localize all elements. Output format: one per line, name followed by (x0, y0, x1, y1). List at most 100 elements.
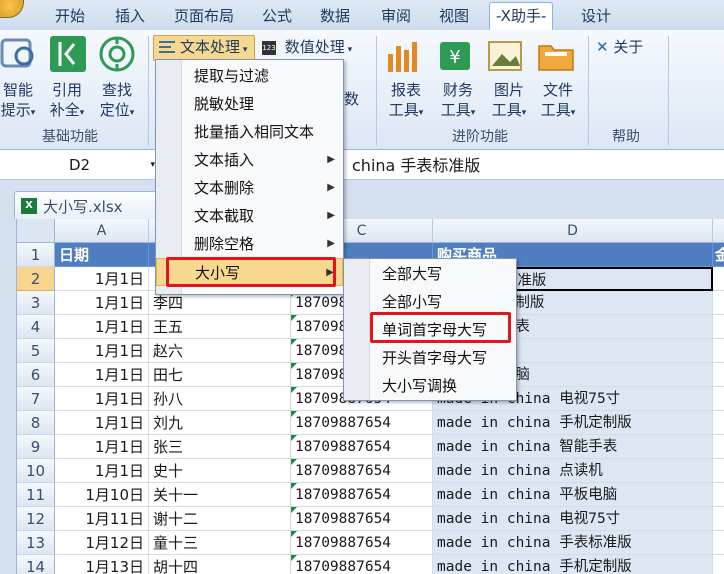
case-menu-item[interactable]: 大小写调换 (344, 372, 516, 400)
amount-cell[interactable] (713, 507, 724, 531)
date-cell[interactable]: 1月1日 (55, 291, 149, 315)
date-cell[interactable]: 1月13日 (55, 555, 149, 574)
text-menu-item[interactable]: 文本删除 ▶ (156, 174, 343, 202)
product-cell[interactable]: made in china 手机定制版 (433, 411, 713, 435)
date-cell[interactable]: 1月1日 (55, 267, 149, 291)
tab-home[interactable]: 开始 (55, 5, 85, 27)
product-cell[interactable]: made in china 平板电脑 (433, 483, 713, 507)
product-cell[interactable]: made in china 智能手表 (433, 435, 713, 459)
tab-x-helper[interactable]: -X助手- (489, 2, 554, 30)
amount-cell[interactable] (713, 555, 724, 574)
name-cell[interactable]: 孙八 (149, 387, 291, 411)
row-header[interactable]: 7 (17, 387, 55, 411)
text-menu-item[interactable]: 脱敏处理 (156, 90, 343, 118)
text-menu-item[interactable]: 文本插入 ▶ (156, 146, 343, 174)
amount-cell[interactable] (713, 531, 724, 555)
image-tools-button[interactable]: 图片 工具▾ (485, 80, 533, 123)
row-header[interactable]: 14 (17, 555, 55, 574)
text-menu-item[interactable]: 删除空格 ▶ (156, 230, 343, 258)
tab-formulas[interactable]: 公式 (262, 5, 292, 27)
date-cell[interactable]: 1月1日 (55, 435, 149, 459)
amount-cell[interactable] (713, 339, 724, 363)
row-header[interactable]: 9 (17, 435, 55, 459)
tab-view[interactable]: 视图 (439, 5, 469, 27)
name-cell[interactable]: 胡十四 (149, 555, 291, 574)
date-cell[interactable]: 1月1日 (55, 315, 149, 339)
product-cell[interactable]: made in china 手表标准版 (433, 531, 713, 555)
phone-cell[interactable]: 18709887654 (291, 555, 433, 574)
product-cell[interactable]: made in china 点读机 (433, 459, 713, 483)
row-header[interactable]: 10 (17, 459, 55, 483)
name-cell[interactable]: 赵六 (149, 339, 291, 363)
date-cell[interactable]: 1月1日 (55, 459, 149, 483)
row-header[interactable]: 12 (17, 507, 55, 531)
tab-page-layout[interactable]: 页面布局 (174, 5, 234, 27)
date-cell[interactable]: 1月1日 (55, 363, 149, 387)
formula-input[interactable]: china 手表标准版 (352, 152, 480, 179)
product-cell[interactable]: made in china 手机定制版 (433, 555, 713, 574)
phone-cell[interactable]: 18709887654 (291, 459, 433, 483)
finance-tools-button[interactable]: 财务 工具▾ (434, 80, 482, 123)
text-menu-item[interactable]: 批量插入相同文本 (156, 118, 343, 146)
tab-review[interactable]: 审阅 (381, 5, 411, 27)
report-tools-button[interactable]: 报表 工具▾ (382, 80, 430, 123)
lookup-button[interactable]: 查找 定位▾ (92, 80, 142, 123)
phone-cell[interactable]: 18709887654 (291, 411, 433, 435)
name-cell[interactable]: 谢十二 (149, 507, 291, 531)
phone-cell[interactable]: 18709887654 (291, 507, 433, 531)
name-box[interactable]: D2 ▾ (0, 152, 160, 179)
row-header[interactable]: 4 (17, 315, 55, 339)
amount-cell[interactable] (713, 363, 724, 387)
name-cell[interactable]: 童十三 (149, 531, 291, 555)
amount-cell[interactable] (713, 291, 724, 315)
product-cell[interactable]: made in china 电视75寸 (433, 507, 713, 531)
numeric-processing-button[interactable]: 123 数值处理 ▾ (262, 36, 357, 61)
name-cell[interactable]: 张三 (149, 435, 291, 459)
name-cell[interactable]: 王五 (149, 315, 291, 339)
name-cell[interactable]: 刘九 (149, 411, 291, 435)
date-cell[interactable]: 1月10日 (55, 483, 149, 507)
name-cell[interactable]: 史十 (149, 459, 291, 483)
name-cell[interactable]: 田七 (149, 363, 291, 387)
row-header[interactable]: 13 (17, 531, 55, 555)
date-cell[interactable]: 1月12日 (55, 531, 149, 555)
amount-cell[interactable] (713, 483, 724, 507)
date-cell[interactable]: 1月1日 (55, 339, 149, 363)
about-button[interactable]: ✕ 关于 (596, 36, 643, 58)
header-cell-date[interactable]: 日期 (55, 243, 149, 267)
amount-cell[interactable] (713, 435, 724, 459)
row-header[interactable]: 8 (17, 411, 55, 435)
name-cell[interactable]: 关十一 (149, 483, 291, 507)
date-cell[interactable]: 1月1日 (55, 387, 149, 411)
row-header[interactable]: 1 (17, 243, 55, 267)
amount-cell[interactable] (713, 267, 724, 291)
phone-cell[interactable]: 18709887654 (291, 483, 433, 507)
column-header-a[interactable]: A (55, 219, 149, 243)
smart-tip-button[interactable]: 智能 提示▾ (0, 80, 36, 123)
reference-fill-button[interactable]: 引用 补全▾ (44, 80, 90, 123)
row-header[interactable]: 2 (17, 267, 55, 291)
text-menu-item[interactable]: 文本截取 ▶ (156, 202, 343, 230)
column-header-d[interactable]: D (433, 219, 713, 243)
header-cell-amount[interactable]: 金 (713, 243, 724, 267)
case-menu-item[interactable]: 开头首字母大写 (344, 344, 516, 372)
date-cell[interactable]: 1月1日 (55, 411, 149, 435)
tab-data[interactable]: 数据 (320, 5, 350, 27)
office-button[interactable] (0, 0, 24, 18)
column-header-e[interactable] (713, 219, 724, 243)
amount-cell[interactable] (713, 387, 724, 411)
amount-cell[interactable] (713, 411, 724, 435)
tab-insert[interactable]: 插入 (115, 5, 145, 27)
row-header[interactable]: 5 (17, 339, 55, 363)
file-tools-button[interactable]: 文件 工具▾ (534, 80, 582, 123)
date-cell[interactable]: 1月11日 (55, 507, 149, 531)
row-header[interactable]: 6 (17, 363, 55, 387)
tab-design[interactable]: 设计 (581, 5, 611, 27)
row-header[interactable]: 11 (17, 483, 55, 507)
text-menu-item[interactable]: 提取与过滤 (156, 62, 343, 90)
phone-cell[interactable]: 18709887654 (291, 435, 433, 459)
select-all-corner[interactable] (17, 219, 55, 243)
row-header[interactable]: 3 (17, 291, 55, 315)
amount-cell[interactable] (713, 315, 724, 339)
amount-cell[interactable] (713, 459, 724, 483)
